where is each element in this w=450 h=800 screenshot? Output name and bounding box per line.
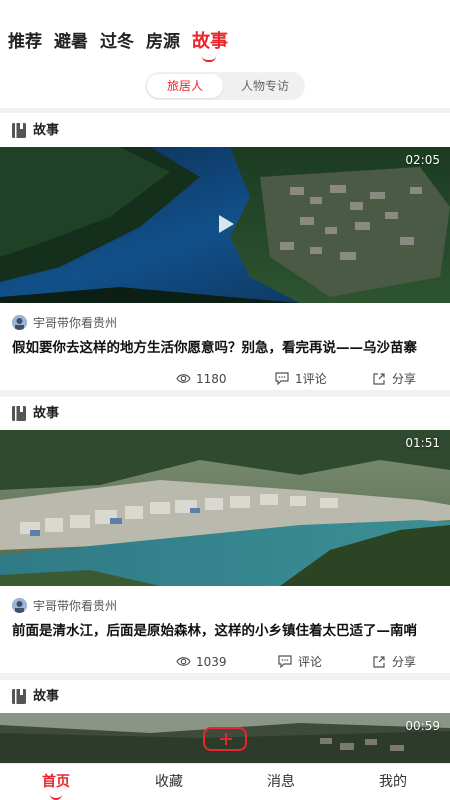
video-duration: 00:59 [405, 719, 440, 733]
view-count: 1180 [176, 369, 246, 389]
book-icon [12, 689, 26, 704]
section-label: 故事 [33, 123, 60, 138]
view-count-text: 1039 [196, 655, 227, 669]
tab-housing[interactable]: 房源 [146, 30, 180, 54]
tab-winter[interactable]: 过冬 [100, 30, 134, 54]
video-thumbnail-image [0, 430, 450, 586]
video-thumbnail[interactable]: 01:51 [0, 430, 450, 586]
nav-profile[interactable]: 我的 [363, 772, 423, 792]
share-icon [373, 656, 385, 668]
comment-button[interactable]: 1评论 [275, 369, 345, 389]
section-label: 故事 [33, 406, 60, 421]
play-icon[interactable] [214, 213, 236, 235]
sub-tab-travelers[interactable]: 旅居人 [147, 74, 223, 98]
share-button[interactable]: 分享 [372, 652, 432, 672]
story-title[interactable]: 前面是清水江，后面是原始森林，这样的小乡镇住着太巴适了—南哨 [12, 620, 444, 642]
author-row: 宇哥带你看贵州 [0, 313, 450, 335]
tab-stories[interactable]: 故事 [192, 30, 228, 54]
author-name[interactable]: 宇哥带你看贵州 [33, 314, 117, 332]
category-tab-bar: 推荐 避暑 过冬 房源 故事 [0, 0, 450, 68]
bottom-nav: 首页 收藏 消息 我的 [0, 763, 450, 800]
divider [0, 390, 450, 397]
author-row: 宇哥带你看贵州 [0, 596, 450, 618]
stats-row: 1039 评论 分享 [0, 652, 450, 672]
tab-summer[interactable]: 避暑 [54, 30, 88, 54]
comment-icon [275, 372, 289, 385]
nav-home[interactable]: 首页 [26, 772, 86, 792]
avatar-image [12, 315, 27, 330]
comment-button[interactable]: 评论 [278, 652, 348, 672]
active-tab-indicator [202, 56, 216, 62]
avatar-image [12, 598, 27, 613]
nav-messages[interactable]: 消息 [251, 772, 311, 792]
share-button[interactable]: 分享 [372, 369, 432, 389]
author-name[interactable]: 宇哥带你看贵州 [33, 597, 117, 615]
comment-icon [278, 655, 292, 668]
share-label: 分享 [392, 372, 417, 386]
story-card[interactable]: 故事 01:51 宇哥带你看贵州 前面是清水江，后面是原始森林，这样的小乡镇住着… [0, 398, 450, 673]
card-header: 故事 [0, 398, 450, 430]
divider [0, 108, 450, 113]
card-header: 故事 [0, 681, 450, 713]
nav-favorites[interactable]: 收藏 [139, 772, 199, 792]
tab-recommend[interactable]: 推荐 [8, 30, 42, 54]
video-thumbnail[interactable]: 02:05 [0, 147, 450, 303]
book-icon [12, 406, 26, 421]
divider [0, 673, 450, 680]
story-card[interactable]: 故事 02:05 宇哥带你看贵州 假如要你去这样的地方生活你愿意吗？别急，看完再… [0, 115, 450, 390]
sub-tab-switch: 旅居人 人物专访 [145, 72, 305, 100]
share-icon [373, 373, 385, 385]
comment-count-text: 1评论 [295, 372, 327, 386]
story-title[interactable]: 假如要你去这样的地方生活你愿意吗？别急，看完再说——乌沙苗寨 [12, 337, 444, 359]
eye-icon [176, 374, 191, 383]
card-header: 故事 [0, 115, 450, 147]
section-label: 故事 [33, 689, 60, 704]
video-duration: 01:51 [405, 436, 440, 450]
book-icon [12, 123, 26, 138]
stats-row: 1180 1评论 分享 [0, 369, 450, 389]
view-count: 1039 [176, 652, 246, 672]
video-duration: 02:05 [405, 153, 440, 167]
add-post-button[interactable] [203, 727, 247, 751]
comment-count-text: 评论 [298, 655, 323, 669]
avatar[interactable] [12, 315, 27, 330]
view-count-text: 1180 [196, 372, 227, 386]
share-label: 分享 [392, 655, 417, 669]
avatar[interactable] [12, 598, 27, 613]
active-nav-indicator [50, 794, 62, 800]
eye-icon [176, 657, 191, 666]
sub-tab-interviews[interactable]: 人物专访 [227, 74, 303, 98]
